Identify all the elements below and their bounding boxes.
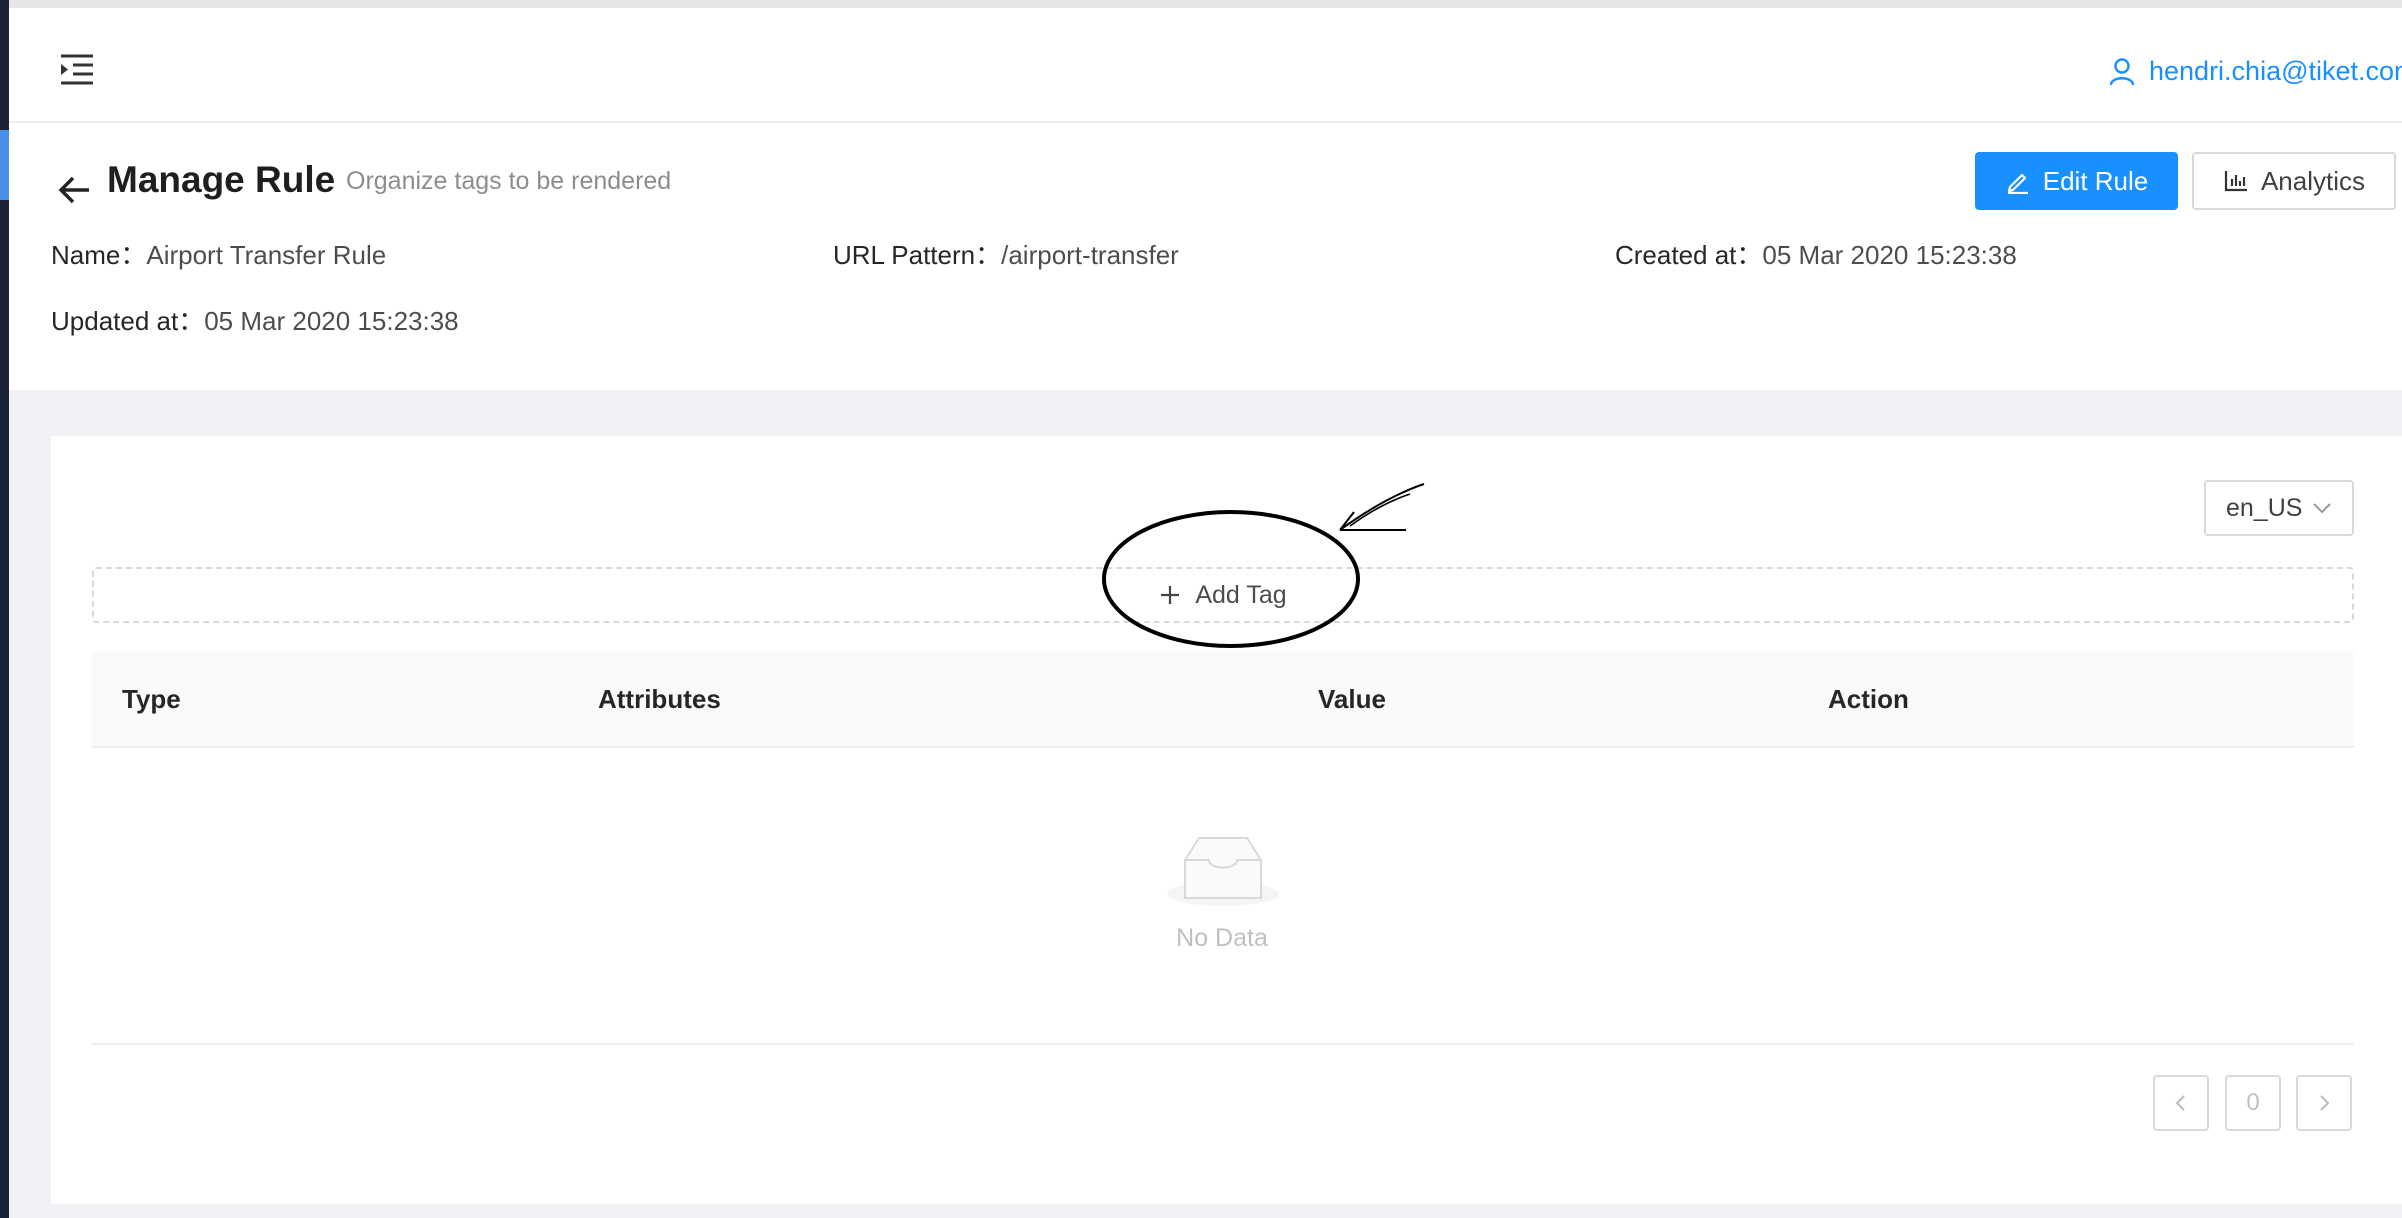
detail-name-label: Name：	[51, 240, 147, 270]
analytics-button[interactable]: Analytics	[2192, 152, 2396, 210]
table-divider	[92, 1043, 2354, 1045]
locale-select-value: en_US	[2226, 493, 2303, 522]
detail-updated-label: Updated at：	[51, 306, 205, 336]
analytics-label: Analytics	[2260, 165, 2366, 196]
sidebar-strip	[0, 0, 9, 1218]
detail-updated-at: Updated at：05 Mar 2020 15:23:38	[51, 301, 459, 338]
detail-updated-value: 05 Mar 2020 15:23:38	[204, 306, 459, 336]
page-header: Manage Rule Organize tags to be rendered…	[9, 125, 2402, 390]
tags-card	[51, 436, 2402, 1204]
add-tag-label: Add Tag	[1195, 580, 1287, 609]
detail-url-label: URL Pattern：	[833, 240, 1002, 270]
detail-created-label: Created at：	[1615, 240, 1763, 270]
detail-name: Name：Airport Transfer Rule	[51, 235, 386, 272]
edit-rule-label: Edit Rule	[2042, 165, 2149, 196]
top-header: hendri.chia@tiket.com	[9, 8, 2402, 123]
column-header-type: Type	[122, 684, 181, 714]
inbox-icon	[1167, 837, 1279, 906]
arrow-left-icon[interactable]	[49, 165, 99, 215]
user-icon	[2109, 57, 2135, 85]
edit-rule-button[interactable]: Edit Rule	[1975, 152, 2178, 210]
edit-icon	[2007, 173, 2028, 194]
detail-created-value: 05 Mar 2020 15:23:38	[1762, 240, 2017, 270]
plus-icon	[1161, 586, 1180, 604]
page-title: Manage Rule	[107, 159, 336, 200]
pagination-prev-button[interactable]	[2153, 1075, 2209, 1131]
empty-text: No Data	[1176, 924, 1268, 952]
user-email: hendri.chia@tiket.com	[2149, 56, 2402, 86]
table-header: Type Attributes Value Action	[92, 652, 2354, 748]
chevron-left-icon	[2175, 1095, 2185, 1111]
add-tag-button[interactable]: Add Tag	[92, 567, 2354, 623]
detail-url-value: /airport-transfer	[1001, 240, 1179, 270]
pagination-next-button[interactable]	[2296, 1075, 2352, 1131]
user-menu[interactable]: hendri.chia@tiket.com	[2109, 56, 2402, 87]
sidebar-active-indicator	[0, 130, 9, 200]
detail-name-value: Airport Transfer Rule	[146, 240, 387, 270]
detail-url-pattern: URL Pattern：/airport-transfer	[833, 235, 1179, 272]
column-header-value: Value	[1318, 684, 1386, 714]
top-border	[9, 0, 2402, 8]
menu-fold-icon[interactable]	[51, 44, 103, 96]
column-header-attributes: Attributes	[598, 684, 721, 714]
bar-chart-icon	[2224, 171, 2247, 192]
chevron-down-icon	[2313, 503, 2331, 514]
pagination-current-page[interactable]: 0	[2225, 1075, 2281, 1131]
chevron-right-icon	[2320, 1095, 2330, 1111]
page-subtitle: Organize tags to be rendered	[346, 167, 672, 195]
column-header-action: Action	[1828, 684, 1909, 714]
locale-select[interactable]: en_US	[2204, 480, 2354, 536]
detail-created-at: Created at：05 Mar 2020 15:23:38	[1615, 235, 2017, 272]
